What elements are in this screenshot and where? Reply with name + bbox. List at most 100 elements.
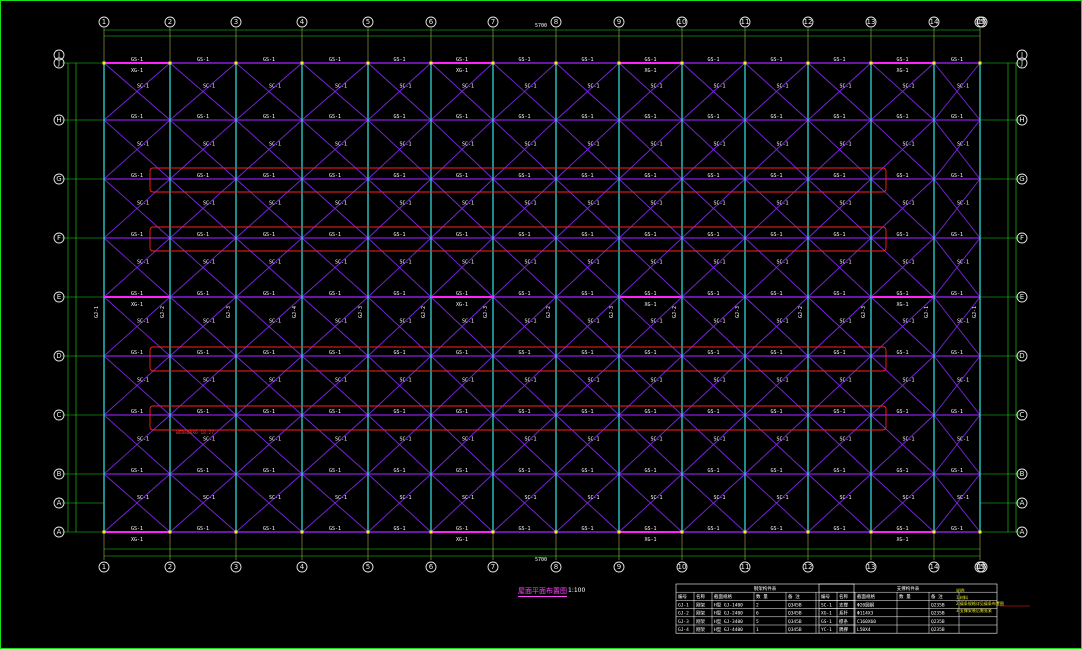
bracing-table-cell: 檩条 — [839, 618, 848, 625]
column-label: GJ-2 — [672, 306, 678, 318]
grid-node-marker — [617, 61, 621, 65]
purlin-label: GS-1 — [456, 468, 468, 474]
brace-label: SC-1 — [713, 84, 725, 90]
brace-label: SC-1 — [587, 437, 599, 443]
brace-label: SC-1 — [335, 378, 347, 384]
grid-node-marker — [932, 61, 936, 65]
grid-bubble-label-bottom: 16 — [978, 563, 987, 571]
grid-bubble-label-top: 1 — [102, 18, 106, 26]
member-table-cell: H型 GJ-3400 — [714, 618, 743, 625]
brace-label: SC-1 — [399, 201, 411, 207]
grid-bubble-label-right: B — [1020, 470, 1025, 478]
brace-label: SC-1 — [650, 84, 662, 90]
purlin-label: GS-1 — [197, 526, 209, 532]
brace-label: SC-1 — [137, 495, 149, 501]
purlin-label: GS-1 — [518, 468, 530, 474]
purlin-label: GS-1 — [896, 114, 908, 120]
purlin-label: GS-1 — [197, 350, 209, 356]
purlin-label: GS-1 — [393, 57, 405, 63]
brace-label: SC-1 — [203, 201, 215, 207]
brace-label: SC-1 — [957, 260, 969, 266]
grid-bubble-label-right: A — [1020, 499, 1025, 507]
column-label: GJ-3 — [861, 306, 867, 318]
purlin-label: GS-1 — [197, 409, 209, 415]
brace-label: SC-1 — [650, 319, 662, 325]
purlin-label: GS-1 — [644, 173, 656, 179]
purlin-label: GS-1 — [393, 173, 405, 179]
brace-label: SC-1 — [399, 260, 411, 266]
brace-label: SC-1 — [399, 84, 411, 90]
brace-label: SC-1 — [776, 378, 788, 384]
purlin-label: GS-1 — [951, 232, 963, 238]
column-label: GJ-2 — [546, 306, 552, 318]
purlin-label: GS-1 — [833, 468, 845, 474]
tie-label: XG-1 — [644, 302, 656, 308]
purlin-label: GS-1 — [456, 409, 468, 415]
brace-label: SC-1 — [902, 201, 914, 207]
grid-bubble-label-bottom: 6 — [429, 563, 434, 571]
grid-bubble-label-top: 4 — [300, 18, 305, 26]
purlin-label: GS-1 — [197, 468, 209, 474]
grid-node-marker — [234, 61, 238, 65]
bottom-dimension-text: 5700 — [535, 557, 547, 563]
purlin-label: GS-1 — [896, 350, 908, 356]
brace-label: SC-1 — [269, 201, 281, 207]
brace-label: SC-1 — [524, 495, 536, 501]
brace-label: SC-1 — [462, 378, 474, 384]
brace-label: SC-1 — [839, 201, 851, 207]
grid-bubble-label-top: 6 — [429, 18, 434, 26]
purlin-label: GS-1 — [131, 468, 143, 474]
brace-label: SC-1 — [713, 437, 725, 443]
brace-label: SC-1 — [839, 142, 851, 148]
bracing-table-cell: YC-1 — [821, 627, 832, 633]
roof-plan-drawing: 5700570011223344556677889910101111121213… — [53, 16, 1030, 634]
brace-label: SC-1 — [269, 260, 281, 266]
purlin-label: GS-1 — [896, 409, 908, 415]
member-table-cell: 刚架 — [696, 618, 705, 625]
purlin-label: GS-1 — [329, 409, 341, 415]
grid-bubble-label-left: J — [57, 51, 60, 59]
brace-label: SC-1 — [713, 260, 725, 266]
grid-bubble-label-top: 3 — [234, 18, 238, 26]
brace-label: SC-1 — [587, 142, 599, 148]
brace-label: SC-1 — [203, 495, 215, 501]
grid-bubble-label-bottom: 13 — [867, 563, 876, 571]
grid-bubble-label-bottom: 3 — [234, 563, 238, 571]
member-table-cell: H型 GJ-4400 — [714, 626, 743, 633]
purlin-label: GS-1 — [456, 173, 468, 179]
purlin-label: GS-1 — [329, 232, 341, 238]
grid-node-marker — [806, 61, 810, 65]
purlin-label: GS-1 — [329, 114, 341, 120]
purlin-label: GS-1 — [770, 468, 782, 474]
brace-label: SC-1 — [137, 260, 149, 266]
member-table-cell: Q345B — [788, 602, 802, 608]
brace-label: SC-1 — [713, 495, 725, 501]
grid-bubble-label-right: D — [1019, 352, 1024, 360]
purlin-label: GS-1 — [581, 173, 593, 179]
brace-label: SC-1 — [902, 378, 914, 384]
grid-bubble-label-top: 16 — [978, 18, 987, 26]
brace-label: SC-1 — [957, 319, 969, 325]
purlin-label: GS-1 — [518, 173, 530, 179]
brace-label: SC-1 — [839, 319, 851, 325]
brace-label: SC-1 — [902, 437, 914, 443]
purlin-label: GS-1 — [329, 173, 341, 179]
brace-label: SC-1 — [399, 495, 411, 501]
brace-label: SC-1 — [335, 142, 347, 148]
drawing-title-block: 屋面平面布置图 1:100 — [518, 586, 598, 600]
purlin-label: GS-1 — [329, 468, 341, 474]
grid-bubble-label-top: 13 — [867, 18, 876, 26]
bracing-table-cell: Q235B — [931, 611, 945, 617]
purlin-label: GS-1 — [951, 350, 963, 356]
brace-label: SC-1 — [335, 319, 347, 325]
purlin-label: GS-1 — [581, 468, 593, 474]
member-table-cell: 5 — [756, 619, 759, 625]
brace-label: SC-1 — [587, 378, 599, 384]
grid-bubble-label-top: 8 — [554, 18, 558, 26]
grid-bubble-label-bottom: 12 — [804, 563, 813, 571]
grid-node-marker — [491, 530, 495, 534]
bracing-table-cell: SC-1 — [821, 602, 832, 608]
member-table-cell: GJ-4 — [678, 627, 689, 633]
brace-label: SC-1 — [587, 84, 599, 90]
brace-label: SC-1 — [587, 319, 599, 325]
